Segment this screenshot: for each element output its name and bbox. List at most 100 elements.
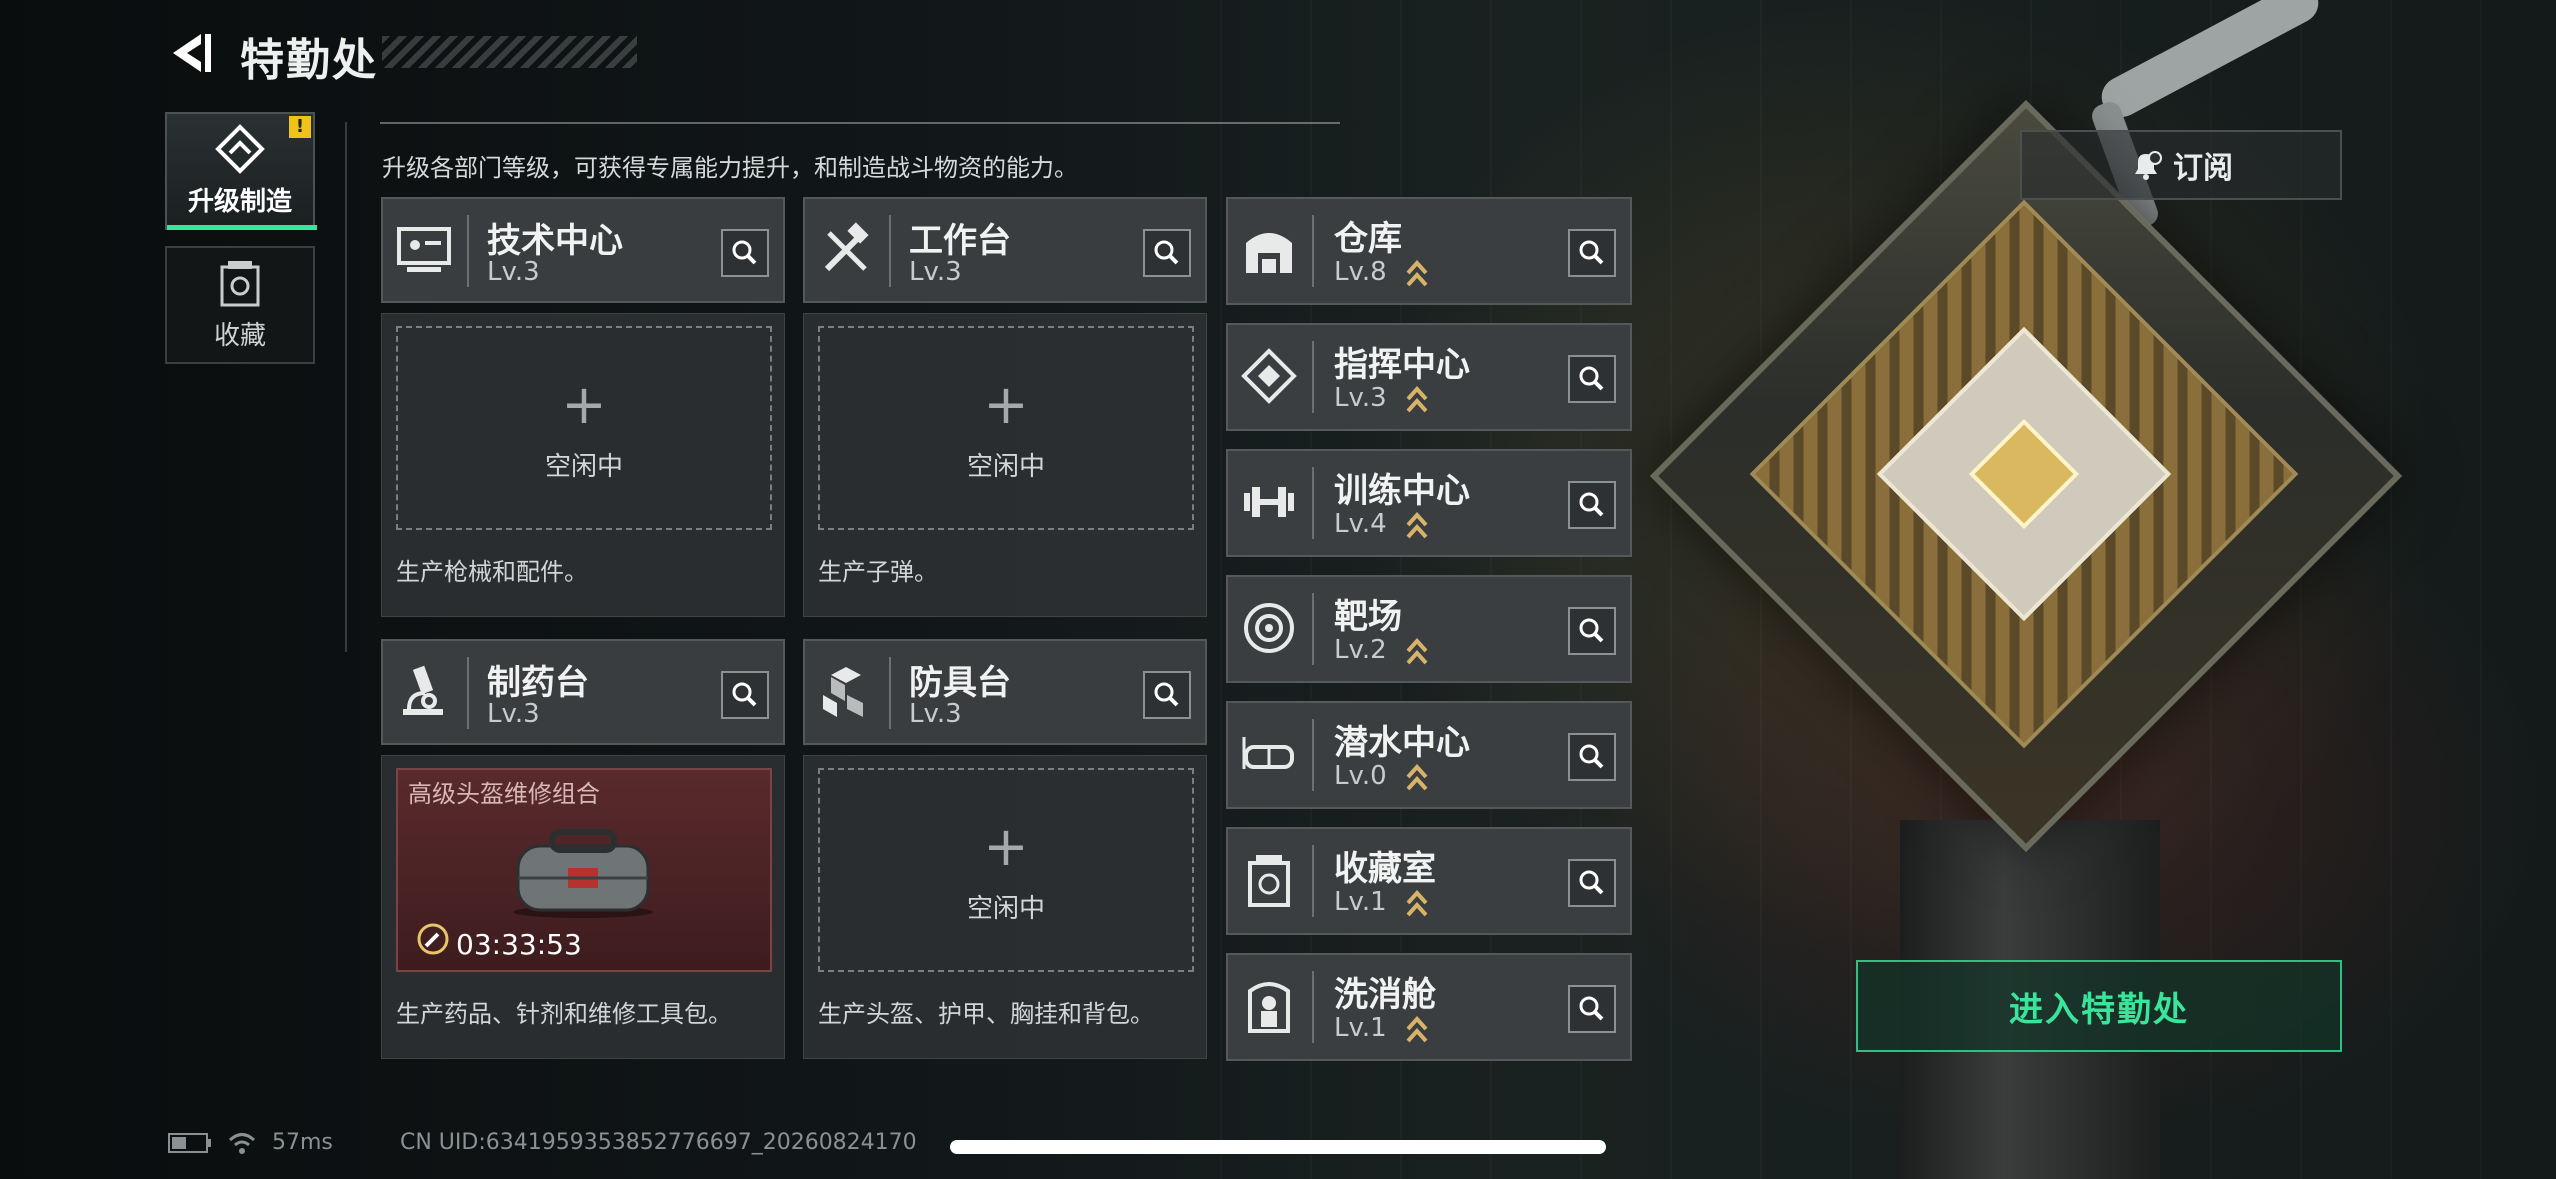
facility-name: 训练中心	[1334, 471, 1470, 511]
microscope-icon	[403, 665, 443, 715]
dumbbell-icon	[1244, 487, 1294, 517]
module-level: Lv.3	[487, 257, 540, 287]
plus-icon: +	[983, 373, 1029, 436]
upgrade-icon	[215, 124, 265, 174]
title-decoration	[382, 36, 637, 68]
facility-command-center[interactable]: 指挥中心 Lv.3	[1226, 323, 1632, 431]
enter-label: 进入特勤处	[2009, 989, 2189, 1030]
tab-upgrade-craft[interactable]: ! 升级制造	[165, 112, 317, 230]
facility-diving-center[interactable]: 潜水中心 Lv.0	[1226, 701, 1632, 809]
module-body: + 空闲中 生产子弹。	[803, 313, 1207, 617]
ping-readout: 57ms	[272, 1130, 333, 1155]
module-header[interactable]: 防具台 Lv.3	[803, 639, 1207, 745]
inspect-button[interactable]	[721, 229, 769, 277]
inspect-button[interactable]	[1143, 671, 1191, 719]
subscribe-label: 订阅	[2173, 151, 2233, 186]
facility-name: 靶场	[1334, 597, 1402, 637]
facility-warehouse[interactable]: 仓库 Lv.8	[1226, 197, 1632, 305]
search-icon	[732, 240, 757, 265]
search-icon	[1579, 240, 1604, 265]
cube-illustration	[1640, 90, 2403, 853]
module-name: 工作台	[909, 221, 1011, 261]
collection-room-icon	[1248, 855, 1290, 907]
plus-icon: +	[561, 373, 607, 436]
facility-level: Lv.1	[1334, 1013, 1387, 1043]
facility-shooting-range[interactable]: 靶场 Lv.2	[1226, 575, 1632, 683]
facility-name: 仓库	[1334, 219, 1402, 259]
module-name: 制药台	[487, 663, 589, 703]
craft-item-name: 高级头盔维修组合	[408, 780, 600, 808]
module-description: 生产头盔、护甲、胸挂和背包。	[818, 1000, 1154, 1028]
battery-icon	[168, 1132, 211, 1153]
production-slot[interactable]: + 空闲中	[818, 326, 1194, 530]
user-id: CN UID:6341959353852776697_20260824170	[400, 1130, 917, 1155]
module-level: Lv.3	[909, 257, 962, 287]
facility-decon-chamber[interactable]: 洗消舱 Lv.1	[1226, 953, 1632, 1061]
facility-collection-room[interactable]: 收藏室 Lv.1	[1226, 827, 1632, 935]
inspect-button[interactable]	[1143, 229, 1191, 277]
facility-name: 洗消舱	[1334, 975, 1436, 1015]
inspect-button[interactable]	[1568, 229, 1616, 277]
module-description: 生产子弹。	[818, 558, 938, 586]
inspect-button[interactable]	[1568, 985, 1616, 1033]
module-name: 技术中心	[487, 221, 623, 261]
module-header[interactable]: 技术中心 Lv.3	[381, 197, 785, 303]
module-body: 高级头盔维修组合 03:33:53 生产药品、针剂和维修工具包。	[381, 755, 785, 1059]
target-icon	[1244, 603, 1294, 653]
collection-icon	[220, 261, 260, 307]
diving-mask-icon	[1242, 737, 1294, 769]
upgrade-arrow-icon	[1406, 890, 1428, 917]
plus-icon: +	[983, 815, 1029, 878]
wifi-icon	[228, 1132, 256, 1154]
divider	[345, 122, 347, 652]
tab-label: 升级制造	[187, 187, 292, 217]
facility-level: Lv.1	[1334, 887, 1387, 917]
status-bar: 57ms	[168, 1130, 333, 1155]
bell-icon	[2135, 151, 2162, 180]
inspect-button[interactable]	[1568, 355, 1616, 403]
upgrade-arrow-icon	[1406, 638, 1428, 665]
facility-level: Lv.4	[1334, 509, 1387, 539]
subscribe-button[interactable]: 订阅	[2020, 130, 2342, 200]
boxes-icon	[823, 667, 863, 717]
production-slot[interactable]: + 空闲中	[396, 326, 772, 530]
inspect-button[interactable]	[1568, 859, 1616, 907]
tab-collection[interactable]: 收藏	[165, 246, 315, 364]
search-icon	[1579, 744, 1604, 769]
divider	[380, 122, 1340, 124]
helmet-repair-kit-icon	[513, 829, 653, 918]
slot-status: 空闲中	[544, 452, 623, 482]
search-icon	[1154, 240, 1179, 265]
inspect-button[interactable]	[721, 671, 769, 719]
module-body: + 空闲中 生产头盔、护甲、胸挂和背包。	[803, 755, 1207, 1059]
module-body: + 空闲中 生产枪械和配件。	[381, 313, 785, 617]
timer-icon	[417, 923, 449, 955]
decon-icon	[1248, 982, 1290, 1033]
production-slot[interactable]: + 空闲中	[818, 768, 1194, 972]
inspect-button[interactable]	[1568, 481, 1616, 529]
slot-status: 空闲中	[966, 894, 1045, 924]
facility-name: 潜水中心	[1334, 723, 1470, 763]
page-description: 升级各部门等级，可获得专属能力提升，和制造战斗物资的能力。	[382, 154, 1078, 182]
back-button[interactable]	[165, 28, 215, 78]
command-icon	[1241, 348, 1297, 404]
module-header[interactable]: 工作台 Lv.3	[803, 197, 1207, 303]
facility-training-center[interactable]: 训练中心 Lv.4	[1226, 449, 1632, 557]
inspect-button[interactable]	[1568, 607, 1616, 655]
crafting-slot[interactable]: 高级头盔维修组合 03:33:53	[396, 768, 772, 972]
module-name: 防具台	[909, 663, 1011, 703]
search-icon	[1579, 366, 1604, 391]
module-description: 生产枪械和配件。	[396, 558, 588, 586]
enter-special-ops-button[interactable]: 进入特勤处	[1856, 960, 2342, 1052]
module-description: 生产药品、针剂和维修工具包。	[396, 1000, 732, 1028]
inspect-button[interactable]	[1568, 733, 1616, 781]
craft-timer: 03:33:53	[456, 928, 582, 961]
upgrade-arrow-icon	[1406, 260, 1428, 287]
module-level: Lv.3	[487, 699, 540, 729]
tab-label: 收藏	[213, 321, 266, 351]
search-icon	[1579, 492, 1604, 517]
upgrade-arrow-icon	[1406, 512, 1428, 539]
upgrade-arrow-icon	[1406, 1016, 1428, 1043]
module-header[interactable]: 制药台 Lv.3	[381, 639, 785, 745]
home-indicator[interactable]	[950, 1140, 1606, 1154]
